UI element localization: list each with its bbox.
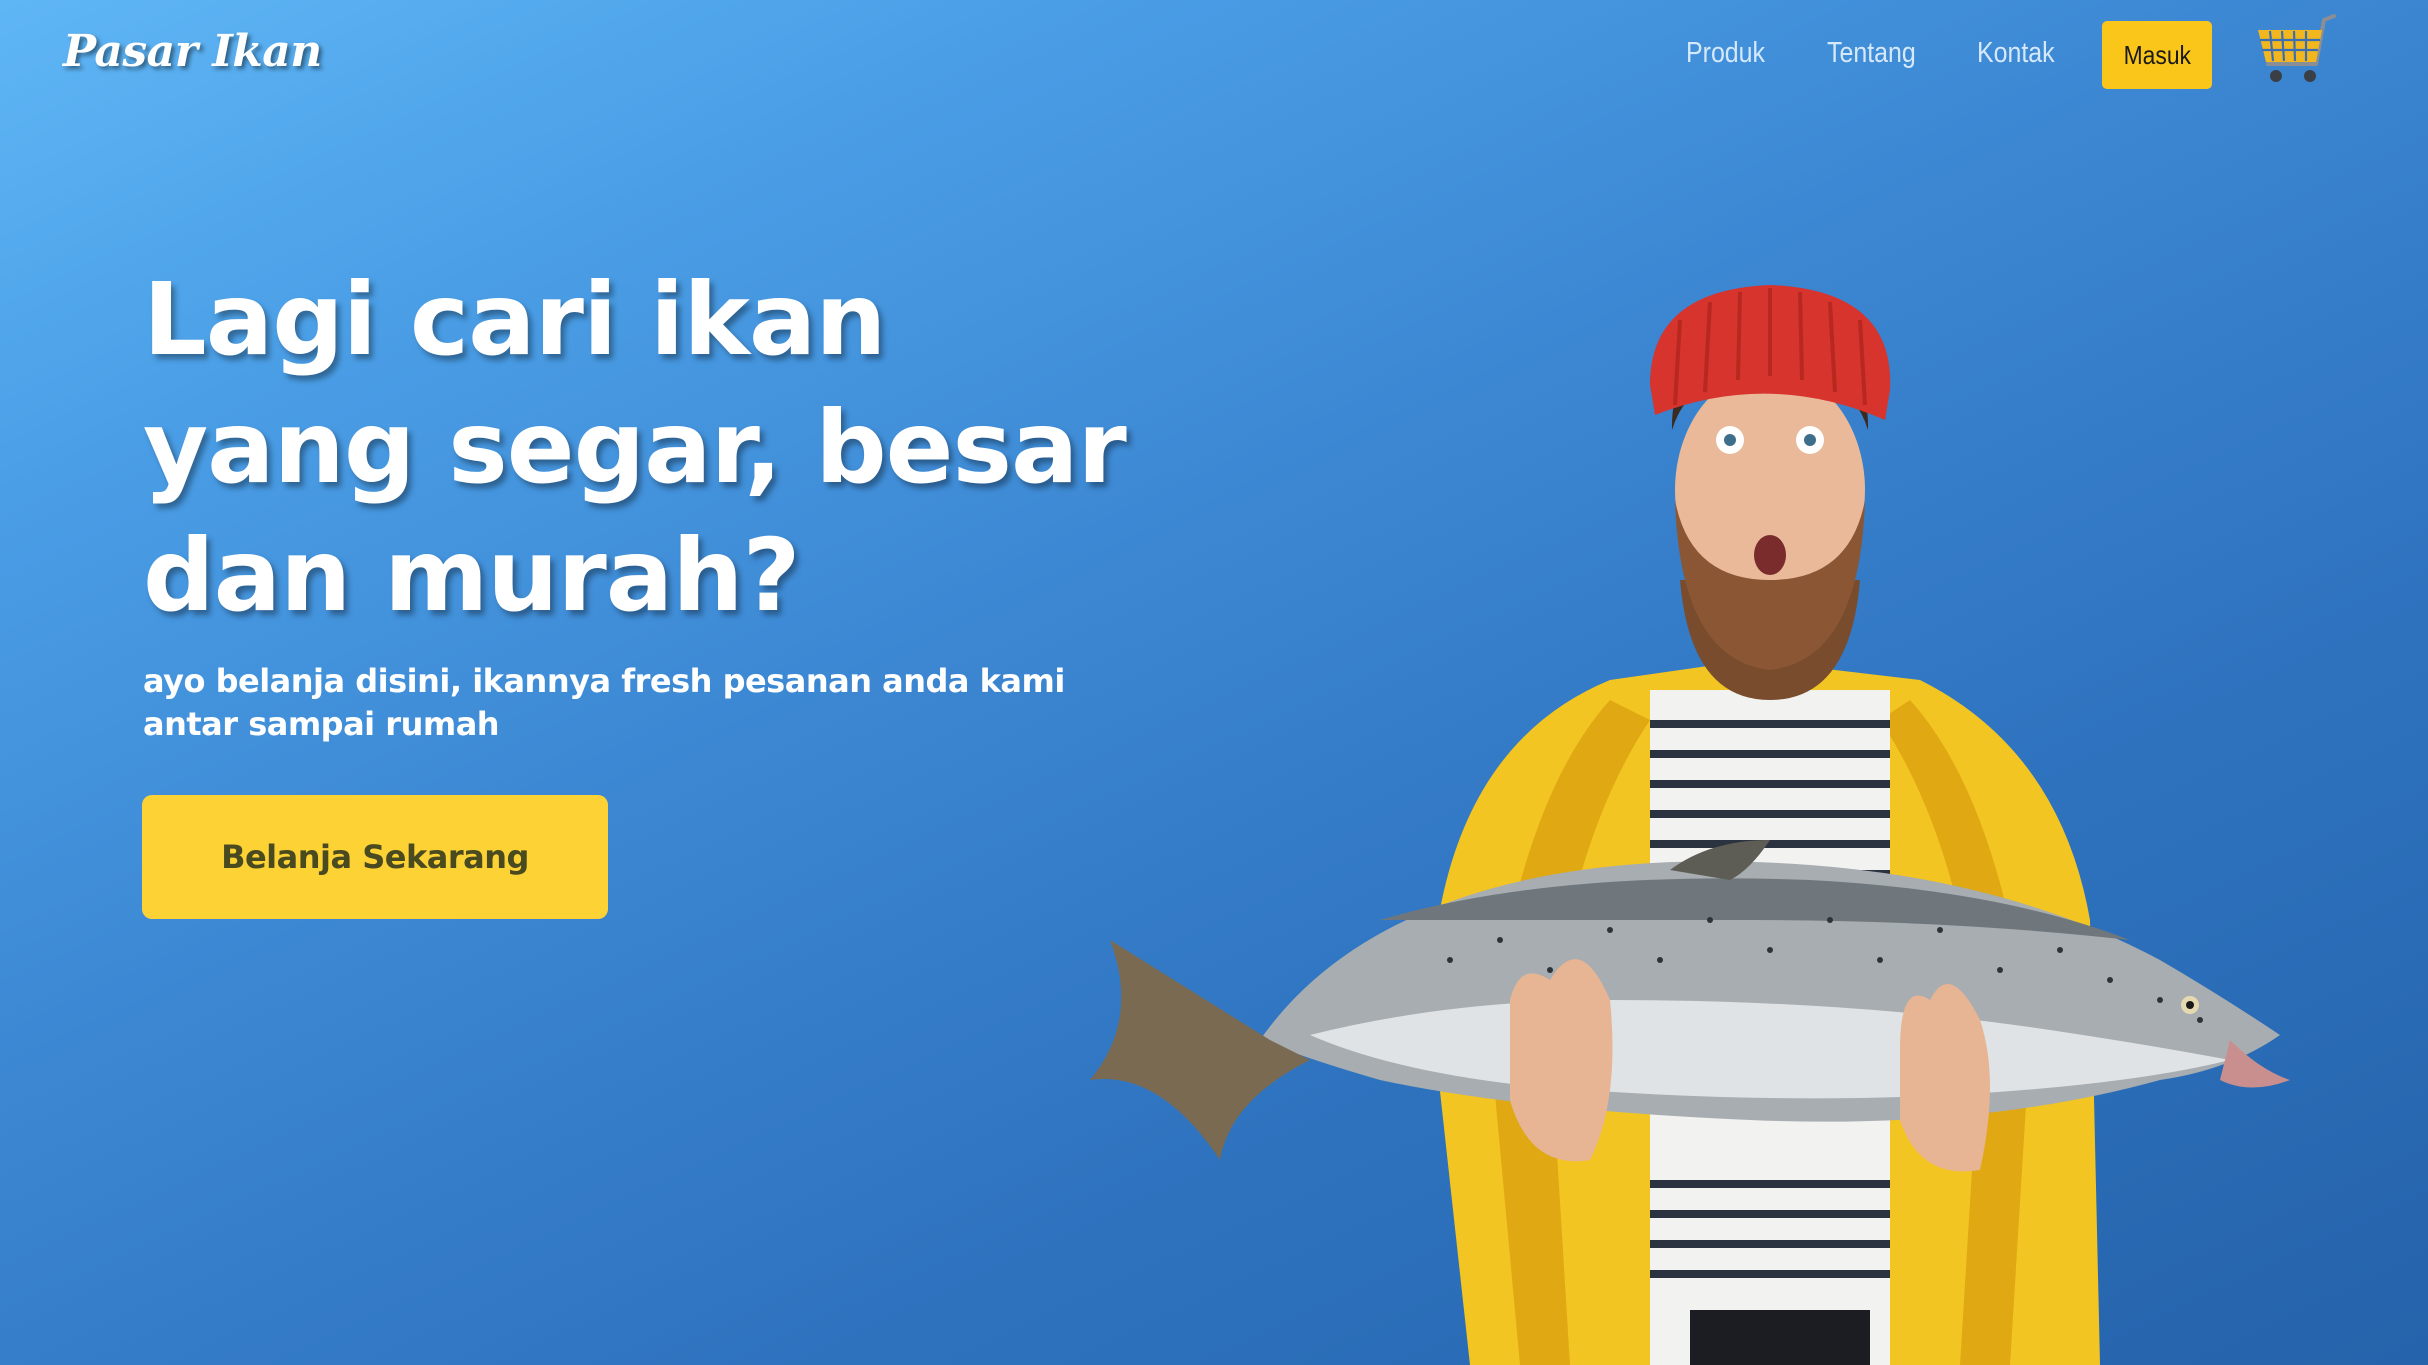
hero-headline: Lagi cari ikan yang segar, besar dan mur…	[143, 261, 1127, 634]
login-button-label: Masuk	[2123, 39, 2191, 70]
login-button[interactable]: Masuk	[2102, 21, 2212, 89]
shop-now-button[interactable]: Belanja Sekarang	[142, 795, 608, 919]
hero-subtext: ayo belanja disini, ikannya fresh pesana…	[143, 662, 1065, 743]
nav-link-kontak[interactable]: Kontak	[1977, 37, 2055, 70]
site-logo[interactable]: Pasar Ikan	[63, 26, 322, 77]
nav-link-produk[interactable]: Produk	[1686, 37, 1765, 70]
top-navbar: Pasar Ikan Produk Tentang Kontak Masuk	[0, 0, 2428, 110]
nav-link-tentang[interactable]: Tentang	[1827, 37, 1916, 70]
fisherman-holding-fish-image	[1090, 285, 2290, 1365]
shopping-cart-icon[interactable]	[2254, 12, 2336, 88]
